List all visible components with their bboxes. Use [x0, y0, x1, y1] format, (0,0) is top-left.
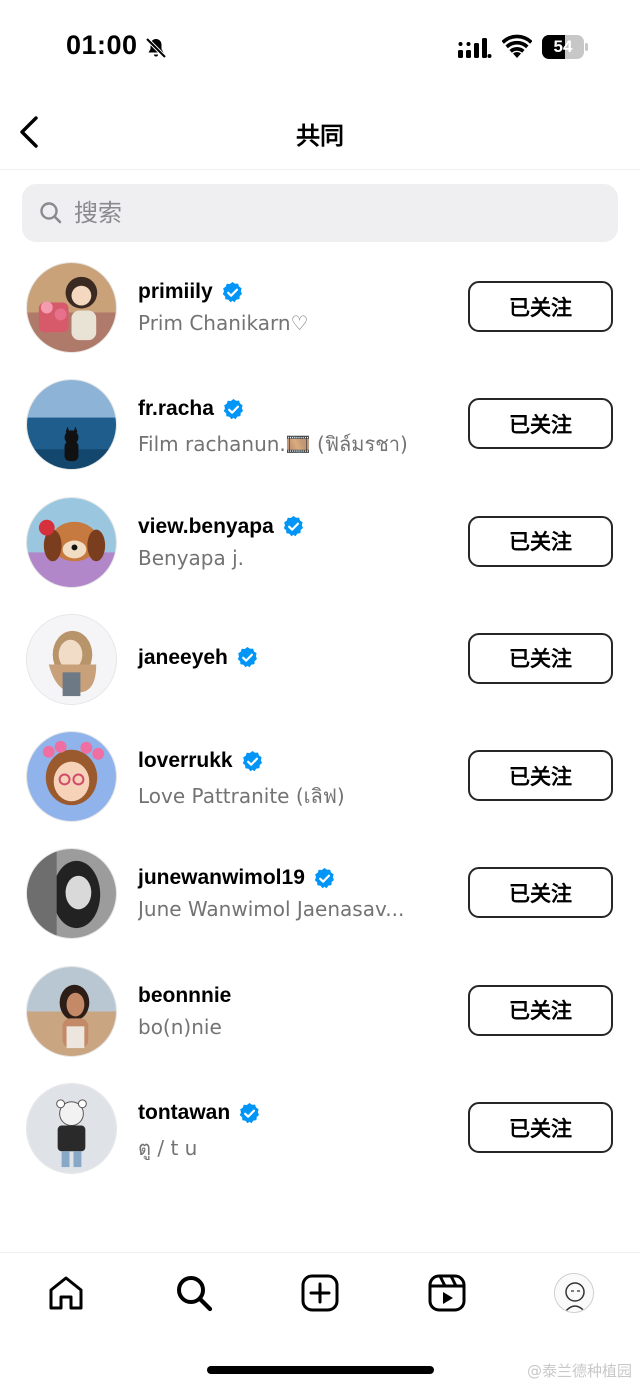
full-name: bo(n)nie — [138, 1014, 222, 1039]
search-box[interactable] — [22, 184, 618, 242]
full-name: Prim Chanikarn♡ — [138, 311, 309, 335]
wifi-icon — [502, 34, 532, 58]
full-name: ตู / t u — [138, 1136, 198, 1161]
user-info: tontawan ตู / t u — [138, 1099, 448, 1164]
user-row[interactable]: view.benyapa Benyapa j. 已关注 — [0, 483, 640, 600]
following-button[interactable]: 已关注 — [468, 750, 613, 802]
username[interactable]: loverrukk — [138, 749, 233, 773]
search-icon — [40, 202, 62, 224]
user-row[interactable]: loverrukk Love Pattranite (เลิฟ) 已关注 — [0, 717, 640, 834]
full-name: Love Pattranite (เลิฟ) — [138, 784, 345, 809]
avatar[interactable] — [26, 613, 117, 705]
tab-profile[interactable] — [552, 1271, 596, 1315]
status-time: 01:00 — [66, 30, 138, 60]
following-button[interactable]: 已关注 — [468, 1102, 613, 1154]
full-name: Benyapa j. — [138, 545, 245, 570]
verified-badge-icon — [237, 647, 257, 668]
verified-badge-icon — [239, 1102, 260, 1123]
username[interactable]: view.benyapa — [138, 515, 274, 539]
user-info: janeeyeh — [138, 644, 448, 672]
avatar-image — [27, 966, 116, 1056]
verified-badge-icon — [222, 281, 242, 302]
following-button[interactable]: 已关注 — [468, 632, 613, 684]
create-icon — [301, 1274, 339, 1312]
verified-badge-icon — [242, 750, 262, 771]
username[interactable]: janeeyeh — [138, 646, 228, 670]
tab-home[interactable] — [44, 1271, 88, 1315]
username[interactable]: fr.racha — [138, 397, 214, 421]
verified-badge-icon — [314, 867, 334, 889]
following-button[interactable]: 已关注 — [468, 867, 613, 919]
username[interactable]: beonnnie — [138, 984, 231, 1008]
user-row[interactable]: janeeyeh 已关注 — [0, 600, 640, 717]
user-info: beonnnie bo(n)nie — [138, 982, 448, 1039]
avatar-image — [27, 497, 116, 587]
search-input[interactable] — [74, 199, 594, 227]
user-info: fr.racha Film rachanun.🎞️ (ฟิล์มรชา) — [138, 395, 448, 460]
tab-reels[interactable] — [425, 1271, 469, 1315]
user-row[interactable]: beonnnie bo(n)nie 已关注 — [0, 952, 640, 1069]
home-icon — [49, 1276, 83, 1310]
user-info: view.benyapa Benyapa j. — [138, 513, 448, 570]
avatar-image — [27, 1084, 116, 1174]
bell-muted-icon — [145, 37, 167, 59]
following-button[interactable]: 已关注 — [468, 984, 613, 1036]
verified-badge-icon — [283, 516, 303, 537]
watermark: @泰兰德种植园 — [526, 1362, 632, 1380]
reels-icon — [428, 1274, 466, 1312]
avatar[interactable] — [26, 379, 117, 471]
avatar[interactable] — [26, 848, 117, 940]
user-row[interactable]: junewanwimol19 June Wanwimol Jaenasav...… — [0, 834, 640, 951]
status-bar: 01:00 54 — [0, 0, 640, 96]
username[interactable]: tontawan — [138, 1101, 230, 1125]
battery-level: 54 — [553, 37, 573, 56]
avatar-image — [27, 263, 116, 352]
following-button[interactable]: 已关注 — [468, 515, 613, 567]
user-row[interactable]: primiily Prim Chanikarn♡ 已关注 — [0, 248, 640, 365]
avatar[interactable] — [26, 731, 117, 823]
search-icon — [177, 1276, 213, 1312]
avatar-image — [27, 614, 116, 704]
page-title: 共同 — [296, 122, 344, 150]
tab-search[interactable] — [172, 1271, 216, 1315]
avatar-image — [27, 849, 116, 939]
tab-create[interactable] — [298, 1271, 342, 1315]
user-row[interactable]: tontawan ตู / t u 已关注 — [0, 1069, 640, 1186]
nav-header: 共同 — [0, 96, 640, 170]
avatar[interactable] — [26, 496, 117, 588]
full-name: Film rachanun.🎞️ (ฟิล์มรชา) — [138, 432, 408, 457]
profile-avatar — [554, 1273, 594, 1313]
username[interactable]: primiily — [138, 280, 213, 304]
following-button[interactable]: 已关注 — [468, 281, 613, 332]
user-info: loverrukk Love Pattranite (เลิฟ) — [138, 747, 448, 812]
avatar[interactable] — [26, 965, 117, 1057]
username[interactable]: junewanwimol19 — [138, 866, 305, 890]
user-info: primiily Prim Chanikarn♡ — [138, 278, 448, 335]
user-row[interactable]: fr.racha Film rachanun.🎞️ (ฟิล์มรชา) 已关注 — [0, 365, 640, 482]
user-info: junewanwimol19 June Wanwimol Jaenasav... — [138, 864, 448, 921]
avatar[interactable] — [26, 1083, 117, 1175]
user-list: primiily Prim Chanikarn♡ 已关注 fr.racha Fi… — [0, 248, 640, 1186]
avatar-image — [27, 380, 116, 470]
following-button[interactable]: 已关注 — [468, 398, 613, 450]
full-name: June Wanwimol Jaenasav... — [138, 897, 405, 922]
avatar[interactable] — [26, 262, 117, 353]
avatar-image — [27, 732, 116, 822]
cellular-signal-icon — [458, 38, 492, 58]
home-indicator — [207, 1366, 434, 1374]
verified-badge-icon — [223, 398, 243, 420]
